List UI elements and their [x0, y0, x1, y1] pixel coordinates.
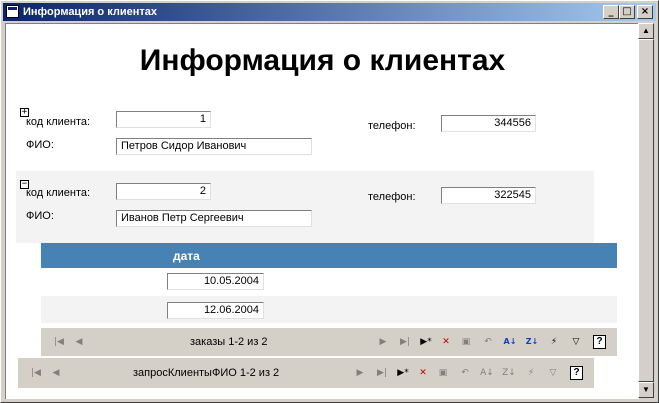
client-code-field[interactable]: 2 — [116, 183, 211, 200]
phone-label: телефон: — [368, 191, 416, 203]
next-record-icon[interactable]: ▶ — [353, 366, 367, 380]
main-navigation-bar: |◀ ◀ запросКлиентыФИО 1-2 из 2 ▶ ▶| ▶* ✕… — [18, 358, 594, 388]
help-icon[interactable]: ? — [593, 335, 606, 349]
vertical-scrollbar[interactable]: ▲ ▼ — [638, 23, 654, 398]
fio-label: ФИО: — [26, 210, 54, 222]
filter-by-selection-icon[interactable]: ⚡ — [547, 335, 561, 349]
delete-record-icon[interactable]: ✕ — [416, 366, 430, 380]
sort-descending-icon[interactable]: Z↓ — [525, 335, 539, 349]
previous-record-icon[interactable]: ◀ — [72, 335, 86, 349]
toggle-filter-icon[interactable]: ▽ — [569, 335, 583, 349]
save-record-icon[interactable]: ▣ — [459, 335, 473, 349]
sort-descending-icon[interactable]: Z↓ — [502, 366, 516, 380]
minimize-button[interactable]: _ — [603, 5, 619, 19]
last-record-icon[interactable]: ▶| — [375, 366, 389, 380]
close-icon: × — [640, 6, 650, 17]
form-body: Информация о клиентах + код клиента: 1 т… — [5, 23, 639, 399]
help-icon[interactable]: ? — [570, 366, 583, 380]
subform-record-counter: заказы 1-2 из 2 — [190, 336, 268, 348]
undo-icon[interactable]: ↶ — [458, 366, 472, 380]
next-record-icon[interactable]: ▶ — [376, 335, 390, 349]
scroll-down-icon[interactable]: ▼ — [638, 382, 654, 398]
fio-field[interactable]: Петров Сидор Иванович — [116, 138, 312, 155]
report-heading: Информация о клиентах — [139, 44, 506, 77]
date-column-header: дата — [173, 249, 200, 263]
first-record-icon[interactable]: |◀ — [29, 366, 43, 380]
client-code-label: код клиента: — [26, 116, 91, 128]
window-title: Информация о клиентах — [23, 6, 157, 18]
toggle-filter-icon[interactable]: ▽ — [546, 366, 560, 380]
client-code-field[interactable]: 1 — [116, 111, 211, 128]
scroll-thumb[interactable] — [638, 39, 654, 382]
client-code-label: код клиента: — [26, 187, 91, 199]
minimize-icon: _ — [608, 6, 614, 17]
first-record-icon[interactable]: |◀ — [52, 335, 66, 349]
record-band — [16, 171, 594, 243]
new-record-icon[interactable]: ▶* — [396, 366, 410, 380]
scroll-up-icon[interactable]: ▲ — [638, 23, 654, 39]
phone-field[interactable]: 344556 — [441, 115, 536, 132]
fio-label: ФИО: — [26, 139, 54, 151]
close-button[interactable]: × — [637, 5, 653, 19]
subform-navigation-bar: |◀ ◀ заказы 1-2 из 2 ▶ ▶| ▶* ✕ ▣ ↶ A↓ Z↓… — [41, 328, 617, 356]
fio-field[interactable]: Иванов Петр Сергеевич — [116, 210, 312, 227]
phone-label: телефон: — [368, 120, 416, 132]
undo-icon[interactable]: ↶ — [481, 335, 495, 349]
last-record-icon[interactable]: ▶| — [398, 335, 412, 349]
maximize-button[interactable]: □ — [619, 5, 635, 19]
filter-by-selection-icon[interactable]: ⚡ — [524, 366, 538, 380]
title-bar[interactable]: Информация о клиентах _ □ × — [3, 3, 656, 21]
app-window: Информация о клиентах _ □ × Информация о… — [0, 0, 659, 403]
maximize-icon: □ — [622, 6, 632, 17]
subform-header: дата — [41, 243, 617, 268]
sort-ascending-icon[interactable]: A↓ — [480, 366, 494, 380]
save-record-icon[interactable]: ▣ — [436, 366, 450, 380]
sort-ascending-icon[interactable]: A↓ — [503, 335, 517, 349]
form-icon — [6, 5, 19, 18]
delete-record-icon[interactable]: ✕ — [439, 335, 453, 349]
phone-field[interactable]: 322545 — [441, 187, 536, 204]
subform-row-band — [41, 296, 617, 323]
order-date-field[interactable]: 12.06.2004 — [167, 302, 264, 319]
main-record-counter: запросКлиентыФИО 1-2 из 2 — [133, 367, 280, 379]
new-record-icon[interactable]: ▶* — [419, 335, 433, 349]
order-date-field[interactable]: 10.05.2004 — [167, 273, 264, 290]
previous-record-icon[interactable]: ◀ — [49, 366, 63, 380]
